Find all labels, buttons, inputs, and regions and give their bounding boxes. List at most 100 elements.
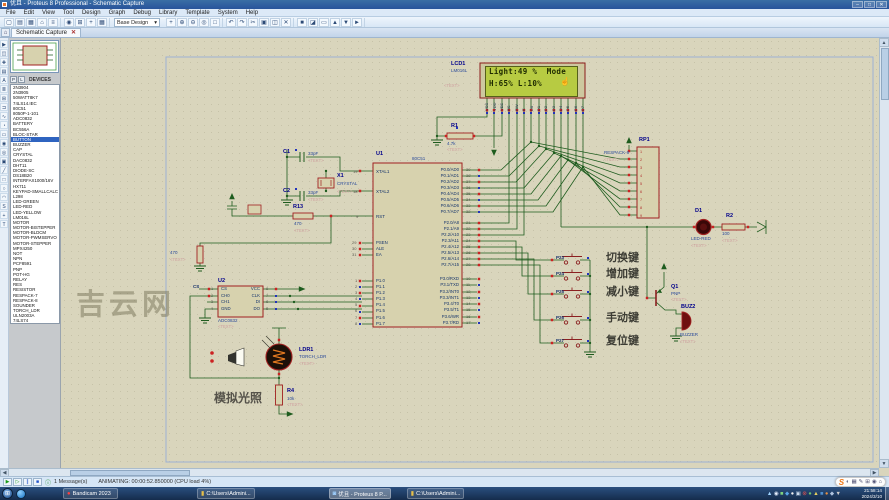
key-buttons[interactable] (562, 254, 582, 348)
pick-devices-button[interactable]: P (10, 76, 17, 83)
toolbar-view-button[interactable]: ⊞ (75, 18, 85, 27)
q1-transistor[interactable] (656, 289, 662, 306)
r4-resistor[interactable] (276, 385, 283, 405)
taskbar-window-button[interactable]: ▮ C:\Users\Admini... (197, 488, 255, 499)
taskbar-window-button[interactable]: ◙ 优且 - Proteus 8 P... (329, 488, 391, 499)
tray-icon[interactable]: ● (808, 491, 811, 497)
mode-tool-icon[interactable]: ○ (0, 184, 8, 192)
browser-icon[interactable] (16, 489, 26, 499)
reset-cap[interactable] (248, 205, 261, 214)
toolbar-zoom-button[interactable]: ⊕ (177, 18, 187, 27)
sim-control-button[interactable]: ■ (33, 478, 42, 486)
r1-resistor[interactable] (447, 133, 473, 139)
ime-icon[interactable]: ▦ (851, 479, 856, 485)
mode-tool-icon[interactable]: ▶ (0, 40, 8, 48)
mode-tool-icon[interactable]: ◎ (0, 148, 8, 156)
menu-item[interactable]: Design (78, 9, 105, 17)
tray-icon[interactable]: ▣ (796, 491, 801, 497)
device-list-item[interactable]: INTERFAX1000/16V (11, 178, 59, 183)
tray-icon[interactable]: ■ (780, 491, 783, 497)
menu-item[interactable]: Library (155, 9, 181, 17)
menu-item[interactable]: System (214, 9, 242, 17)
tray-icon[interactable]: ■ (820, 491, 823, 497)
mode-tool-icon[interactable]: ◫ (0, 49, 8, 57)
toolbar-block-button[interactable]: ▭ (319, 18, 329, 27)
mode-tool-icon[interactable]: A (0, 76, 8, 84)
sim-control-button[interactable]: ▷ (13, 478, 22, 486)
x1-crystal[interactable] (318, 178, 334, 188)
mode-tool-icon[interactable]: ▣ (0, 157, 8, 165)
menu-item[interactable]: File (2, 9, 20, 17)
tab-close-icon[interactable]: ✕ (71, 29, 76, 37)
toolbar-zoom-button[interactable]: + (166, 18, 176, 27)
ime-toolbar[interactable]: S ◐▦✎⊞◉⌂ (835, 477, 886, 487)
toolbar-zoom-button[interactable]: ⊖ (188, 18, 198, 27)
toolbar-block-button[interactable]: ▼ (341, 18, 351, 27)
taskbar-window-button[interactable]: ● Bandicam 2023 (63, 488, 118, 499)
tray-icon[interactable]: ● (791, 491, 794, 497)
menu-item[interactable]: Edit (20, 9, 38, 17)
show-desktop-button[interactable] (885, 487, 889, 500)
device-list-item[interactable]: 74LS74 (11, 318, 59, 323)
toolbar-zoom-button[interactable]: ◎ (199, 18, 209, 27)
close-button[interactable]: ✕ (876, 1, 887, 8)
tray-icon[interactable]: ⊗ (802, 491, 807, 497)
mode-tool-icon[interactable]: ▭ (0, 130, 8, 138)
r13-resistor[interactable] (293, 213, 313, 219)
tray-icon[interactable]: ▲ (813, 491, 818, 497)
device-list-item[interactable]: MOTOR-PWMSERVO (11, 235, 59, 240)
toolbar-edit-button[interactable]: ◫ (270, 18, 280, 27)
ime-icon[interactable]: ✎ (859, 479, 864, 485)
ime-icon[interactable]: ⌂ (879, 479, 882, 485)
mode-tool-icon[interactable]: T (0, 220, 8, 228)
toolbar-edit-button[interactable]: ↷ (237, 18, 247, 27)
menu-item[interactable]: Template (181, 9, 213, 17)
maximize-button[interactable]: □ (864, 1, 875, 8)
taskbar-clock[interactable]: 21:58:14 2024/3/10 (844, 488, 882, 499)
mode-tool-icon[interactable]: ◉ (0, 139, 8, 147)
scroll-up-icon[interactable]: ▲ (879, 38, 889, 47)
ime-icon[interactable]: ◉ (872, 479, 877, 485)
ime-icon[interactable]: ◐ (846, 479, 849, 485)
taskbar-window-button[interactable]: ▮ C:\Users\Admini... (407, 488, 465, 499)
menu-item[interactable]: Debug (129, 9, 155, 17)
schematic-canvas[interactable]: 吉云网 LCD1 LM016L <TEXT> Light:49 % Mode H… (61, 38, 879, 468)
mode-tool-icon[interactable]: ∿ (0, 112, 8, 120)
toolbar-edit-button[interactable]: ▣ (259, 18, 269, 27)
toolbar-file-button[interactable]: ▦ (26, 18, 36, 27)
sim-control-button[interactable]: ▶ (3, 478, 12, 486)
menu-item[interactable]: Tool (59, 9, 78, 17)
d1-led[interactable] (696, 220, 711, 235)
message-count[interactable]: 1 Message(s) (54, 479, 87, 485)
sim-control-button[interactable]: ∥ (23, 478, 32, 486)
library-button[interactable]: L (18, 76, 25, 83)
tray-icon[interactable]: ◆ (830, 491, 834, 497)
menu-item[interactable]: View (38, 9, 59, 17)
sogou-logo-icon[interactable]: S (839, 478, 844, 487)
menu-item[interactable]: Graph (105, 9, 130, 17)
mode-tool-icon[interactable]: ◠ (0, 193, 8, 201)
toolbar-file-button[interactable]: ▢ (4, 18, 14, 27)
mode-tool-icon[interactable]: □ (0, 175, 8, 183)
toolbar-view-button[interactable]: + (86, 18, 96, 27)
r3-resistor[interactable] (197, 246, 203, 263)
tray-icon[interactable]: ▼ (836, 491, 841, 497)
toolbar-block-button[interactable]: ▲ (330, 18, 340, 27)
toolbar-block-button[interactable]: ■ (297, 18, 307, 27)
toolbar-block-button[interactable]: ◪ (308, 18, 318, 27)
tab-schematic-capture[interactable]: Schematic Capture ✕ (11, 28, 81, 37)
home-icon[interactable]: ⌂ (1, 28, 10, 37)
horizontal-scrollbar[interactable]: ◀ ▶ (0, 468, 879, 476)
mode-tool-icon[interactable]: ▤ (0, 67, 8, 75)
toolbar-file-button[interactable]: ⌂ (37, 18, 47, 27)
mode-tool-icon[interactable]: + (0, 211, 8, 219)
ime-icon[interactable]: ⊞ (865, 479, 870, 485)
toolbar-view-button[interactable]: ▦ (97, 18, 107, 27)
tray-icon[interactable]: ▲ (767, 491, 772, 497)
scroll-down-icon[interactable]: ▼ (879, 459, 889, 468)
mode-tool-icon[interactable]: S (0, 202, 8, 210)
tray-icon[interactable]: ● (825, 491, 828, 497)
torch-icon[interactable] (210, 348, 244, 366)
toolbar-edit-button[interactable]: ✕ (281, 18, 291, 27)
start-button[interactable]: ⊞ (2, 488, 13, 499)
